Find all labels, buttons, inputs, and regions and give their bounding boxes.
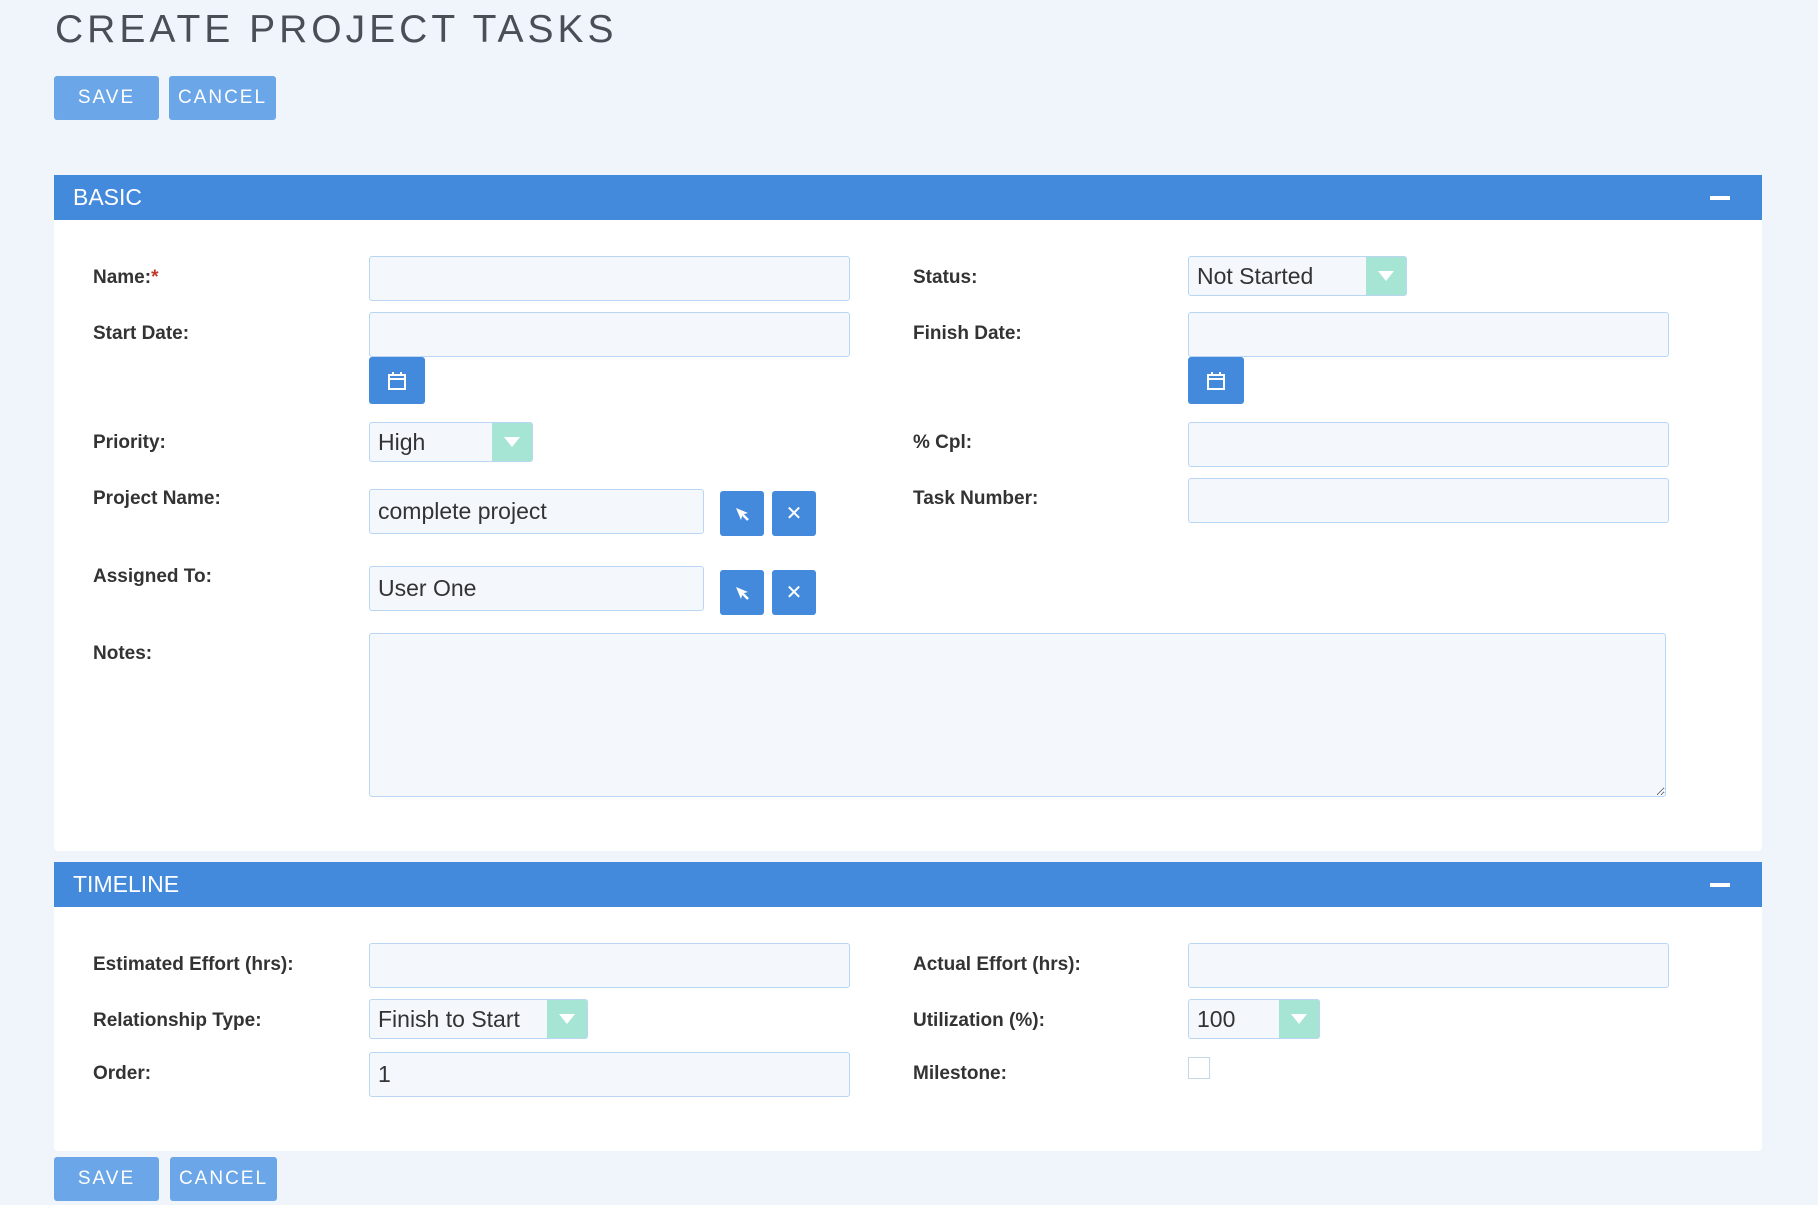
priority-select[interactable]: High — [369, 422, 533, 462]
task-number-label: Task Number: — [913, 488, 1039, 509]
select-arrow-icon[interactable] — [1279, 1000, 1319, 1038]
finish-date-input[interactable] — [1188, 312, 1669, 357]
actual-effort-label: Actual Effort (hrs): — [913, 954, 1081, 975]
status-select[interactable]: Not Started — [1188, 256, 1407, 296]
estimated-effort-label: Estimated Effort (hrs): — [93, 954, 294, 975]
relationship-type-value: Finish to Start — [378, 1006, 520, 1032]
finish-date-label: Finish Date: — [913, 323, 1022, 344]
name-label: Name:* — [93, 267, 159, 288]
assigned-to-label: Assigned To: — [93, 566, 212, 587]
project-name-clear-button[interactable]: ✕ — [772, 491, 816, 536]
estimated-effort-input[interactable] — [369, 943, 850, 988]
assigned-to-clear-button[interactable]: ✕ — [772, 570, 816, 615]
calendar-icon — [1207, 371, 1225, 390]
timeline-panel-title: TIMELINE — [73, 871, 180, 897]
utilization-value: 100 — [1197, 1006, 1236, 1032]
assigned-to-select-button[interactable] — [720, 570, 764, 615]
name-input[interactable] — [369, 256, 850, 301]
finish-date-calendar-button[interactable] — [1188, 357, 1244, 404]
clear-icon: ✕ — [785, 503, 803, 525]
basic-panel-title: BASIC — [73, 184, 143, 210]
relationship-type-select[interactable]: Finish to Start — [369, 999, 588, 1039]
clear-icon: ✕ — [785, 582, 803, 604]
cancel-button-bottom[interactable]: CANCEL — [170, 1157, 277, 1201]
assigned-to-input[interactable] — [369, 566, 704, 611]
page-title: CREATE PROJECT TASKS — [55, 8, 618, 51]
cancel-button-top[interactable]: CANCEL — [169, 76, 276, 120]
project-name-label: Project Name: — [93, 488, 221, 509]
project-name-select-button[interactable] — [720, 491, 764, 536]
utilization-label: Utilization (%): — [913, 1010, 1045, 1031]
collapse-icon[interactable] — [1710, 196, 1730, 200]
order-label: Order: — [93, 1063, 152, 1084]
notes-textarea[interactable] — [369, 633, 1666, 797]
utilization-select[interactable]: 100 — [1188, 999, 1320, 1039]
pct-complete-label: % Cpl: — [913, 432, 973, 453]
actual-effort-input[interactable] — [1188, 943, 1669, 988]
priority-label: Priority: — [93, 432, 166, 453]
calendar-icon — [388, 371, 406, 390]
order-input[interactable] — [369, 1052, 850, 1097]
status-value: Not Started — [1197, 263, 1314, 289]
start-date-label: Start Date: — [93, 323, 190, 344]
select-arrow-icon[interactable] — [547, 1000, 587, 1038]
select-cursor-icon — [736, 507, 749, 521]
milestone-checkbox[interactable] — [1188, 1057, 1210, 1079]
priority-value: High — [378, 429, 426, 455]
save-button-top[interactable]: SAVE — [54, 76, 159, 120]
select-cursor-icon — [736, 586, 749, 600]
notes-label: Notes: — [93, 643, 153, 664]
select-arrow-icon[interactable] — [1366, 257, 1406, 295]
start-date-calendar-button[interactable] — [369, 357, 425, 404]
task-number-input[interactable] — [1188, 478, 1669, 523]
collapse-icon[interactable] — [1710, 883, 1730, 887]
select-arrow-icon[interactable] — [492, 423, 532, 461]
required-marker: * — [151, 267, 159, 288]
save-button-bottom[interactable]: SAVE — [54, 1157, 159, 1201]
status-label: Status: — [913, 267, 978, 288]
project-name-input[interactable] — [369, 489, 704, 534]
start-date-input[interactable] — [369, 312, 850, 357]
milestone-label: Milestone: — [913, 1063, 1007, 1084]
pct-complete-input[interactable] — [1188, 422, 1669, 467]
basic-panel-header[interactable]: BASIC — [54, 175, 1762, 220]
timeline-panel-header[interactable]: TIMELINE — [54, 862, 1762, 907]
relationship-type-label: Relationship Type: — [93, 1010, 262, 1031]
